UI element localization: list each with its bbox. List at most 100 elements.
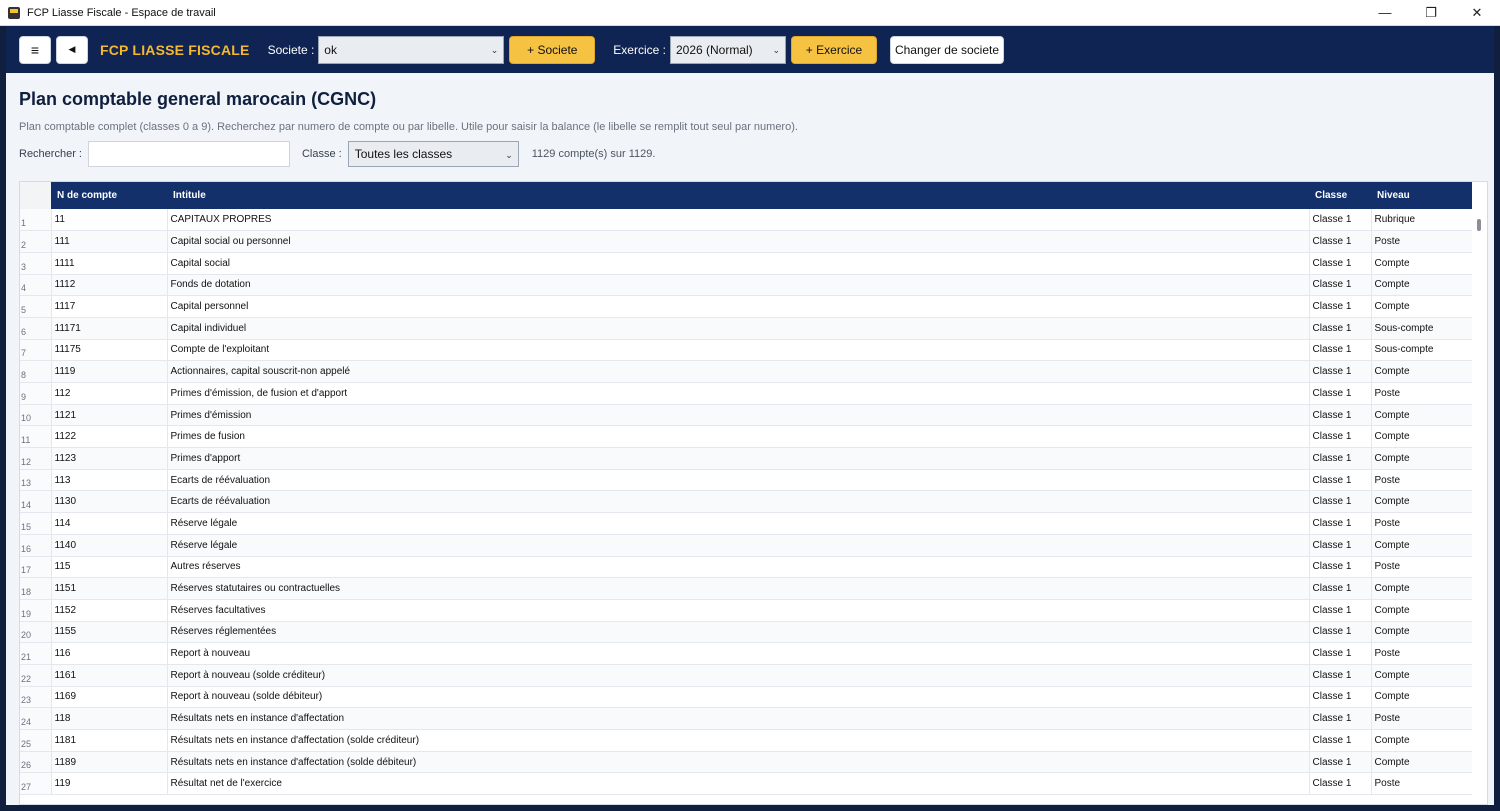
account-label: Réserve légale xyxy=(167,534,1310,557)
back-button[interactable]: ◀ xyxy=(56,35,88,64)
table-row[interactable]: 13 113 Ecarts de réévaluation Classe 1 Poste xyxy=(20,469,1473,492)
table-row[interactable]: 18 1151 Réserves statutaires ou contractue… xyxy=(20,577,1473,600)
classe-value: Toutes les classes xyxy=(354,147,453,161)
add-exercice-button[interactable]: + Exercice xyxy=(790,35,877,64)
account-niveau: Poste xyxy=(1371,556,1473,579)
account-niveau: Poste xyxy=(1371,230,1473,253)
main-content: Plan comptable general marocain (CGNC) P… xyxy=(6,73,1494,805)
menu-button[interactable]: ≡ xyxy=(19,35,51,64)
table-row[interactable]: 14 1130 Ecarts de réévaluation Classe 1 Comp… xyxy=(20,490,1473,514)
vertical-scrollbar[interactable] xyxy=(1472,209,1487,804)
table-row[interactable]: 24 118 Résultats nets en instance d'affect… xyxy=(20,707,1473,730)
search-input[interactable] xyxy=(87,141,290,167)
column-header-compte[interactable]: N de compte xyxy=(51,182,167,209)
account-label: Résultats nets en instance d'affectation xyxy=(167,707,1310,730)
table-row[interactable]: 17 115 Autres réserves Classe 1 Poste xyxy=(20,556,1473,579)
row-number: 1 xyxy=(20,209,52,232)
table-row[interactable]: 21 116 Report à nouveau Classe 1 Poste xyxy=(20,642,1473,665)
scroll-thumb[interactable] xyxy=(1477,219,1481,231)
account-label: Primes d'émission xyxy=(167,404,1310,427)
account-number: 1155 xyxy=(51,621,168,644)
column-header-classe[interactable]: Classe xyxy=(1309,182,1371,209)
column-header-niveau[interactable]: Niveau xyxy=(1371,182,1472,209)
account-niveau: Poste xyxy=(1371,512,1473,535)
table-row[interactable]: 26 1189 Résultats nets en instance d'affec… xyxy=(20,751,1473,774)
table-row[interactable]: 6 11171 Capital individuel Classe 1 Sous-com… xyxy=(20,317,1473,340)
societe-value: ok xyxy=(324,42,337,57)
account-number: 1152 xyxy=(51,599,168,622)
back-arrow-icon: ◀ xyxy=(68,44,76,54)
account-label: Réserves facultatives xyxy=(167,599,1310,622)
exercice-select[interactable]: 2026 (Normal) ⌄ xyxy=(669,35,786,64)
table-row[interactable]: 16 1140 Réserve légale Classe 1 Compte xyxy=(20,534,1473,557)
account-label: Ecarts de réévaluation xyxy=(167,469,1310,492)
row-number: 3 xyxy=(20,252,52,275)
chevron-down-icon: ⌄ xyxy=(490,44,499,55)
table-row[interactable]: 2 111 Capital social ou personnel Classe 1P… xyxy=(20,230,1473,253)
account-niveau: Compte xyxy=(1371,621,1473,644)
row-number: 14 xyxy=(20,490,52,514)
table-row[interactable]: 7 11175 Compte de l'exploitant Classe 1 Sous… xyxy=(20,339,1473,362)
maximize-icon[interactable]: ❐ xyxy=(1408,0,1454,26)
table-row[interactable]: 12 1123 Primes d'apport Classe 1 Compte xyxy=(20,447,1473,470)
table-row[interactable]: 10 1121 Primes d'émission Classe 1 Compte xyxy=(20,404,1473,427)
row-number: 22 xyxy=(20,664,52,687)
societe-select[interactable]: ok ⌄ xyxy=(318,35,505,64)
classe-select[interactable]: Toutes les classes ⌄ xyxy=(347,141,519,167)
account-niveau: Compte xyxy=(1371,360,1473,383)
table-row[interactable]: 5 1117 Capital personnel Classe 1 Compte xyxy=(20,295,1473,318)
row-number: 21 xyxy=(20,642,52,665)
add-societe-button[interactable]: + Societe xyxy=(509,35,596,64)
table-row[interactable]: 23 1169 Report à nouveau (solde débiteur) C… xyxy=(20,686,1473,709)
row-number: 24 xyxy=(20,707,52,730)
row-number: 16 xyxy=(20,534,52,557)
account-classe: Classe 1 xyxy=(1309,686,1372,709)
table-row[interactable]: 27 119 Résultat net de l'exercice Classe 1P… xyxy=(20,772,1473,796)
account-label: Capital individuel xyxy=(167,317,1310,340)
table-row[interactable]: 19 1152 Réserves facultatives Classe 1 Compt… xyxy=(20,599,1473,622)
account-classe: Classe 1 xyxy=(1309,729,1372,752)
row-number: 11 xyxy=(20,425,52,449)
table-row[interactable]: 9 112 Primes d'émission, de fusion et d'ap… xyxy=(20,382,1473,405)
chevron-down-icon: ⌄ xyxy=(505,150,513,160)
table-row[interactable]: 1 11 CAPITAUX PROPRES Classe 1 Rubrique xyxy=(20,209,1473,232)
account-classe: Classe 1 xyxy=(1309,621,1372,644)
account-classe: Classe 1 xyxy=(1309,512,1372,535)
account-label: Capital personnel xyxy=(167,295,1310,318)
account-niveau: Sous-compte xyxy=(1371,339,1473,362)
table-row[interactable]: 3 1111 Capital social Classe 1 Compte xyxy=(20,252,1473,275)
change-societe-button[interactable]: Changer de societe xyxy=(889,35,1004,64)
window-controls: — ❐ ✕ xyxy=(1362,0,1500,26)
table-header-row: N de compte Intitule Classe Niveau xyxy=(20,182,1472,209)
account-classe: Classe 1 xyxy=(1309,382,1372,405)
account-number: 1122 xyxy=(51,425,168,449)
close-icon[interactable]: ✕ xyxy=(1454,0,1500,26)
minimize-icon[interactable]: — xyxy=(1362,0,1408,26)
table-row[interactable]: 25 1181 Résultats nets en instance d'affec… xyxy=(20,729,1473,752)
account-niveau: Compte xyxy=(1371,534,1473,557)
account-label: Capital social ou personnel xyxy=(167,230,1310,253)
account-niveau: Compte xyxy=(1371,599,1473,622)
table-row[interactable]: 22 1161 Report à nouveau (solde créditeur)… xyxy=(20,664,1473,687)
table-row[interactable]: 8 1119 Actionnaires, capital souscrit-non … xyxy=(20,360,1473,383)
account-niveau: Compte xyxy=(1371,751,1473,774)
column-header-intitule[interactable]: Intitule xyxy=(167,182,1309,209)
account-label: Réserves réglementées xyxy=(167,621,1310,644)
table-row[interactable]: 20 1155 Réserves réglementées Classe 1 Compt… xyxy=(20,621,1473,644)
account-number: 1130 xyxy=(51,490,168,514)
account-number: 11171 xyxy=(51,317,168,340)
chevron-down-icon: ⌄ xyxy=(772,44,780,55)
account-label: Primes d'émission, de fusion et d'apport xyxy=(167,382,1310,405)
row-number: 9 xyxy=(20,382,52,405)
account-classe: Classe 1 xyxy=(1309,425,1372,449)
exercice-label: Exercice : xyxy=(613,42,666,57)
account-number: 118 xyxy=(51,707,168,730)
account-classe: Classe 1 xyxy=(1309,447,1372,470)
table-row[interactable]: 11 1122 Primes de fusion Classe 1 Compte xyxy=(20,425,1473,449)
account-classe: Classe 1 xyxy=(1309,469,1372,492)
account-classe: Classe 1 xyxy=(1309,360,1372,383)
table-row[interactable]: 15 114 Réserve légale Classe 1 Poste xyxy=(20,512,1473,535)
account-niveau: Poste xyxy=(1371,469,1473,492)
table-row[interactable]: 4 1112 Fonds de dotation Classe 1 Compte xyxy=(20,274,1473,297)
account-number: 1112 xyxy=(51,274,168,297)
